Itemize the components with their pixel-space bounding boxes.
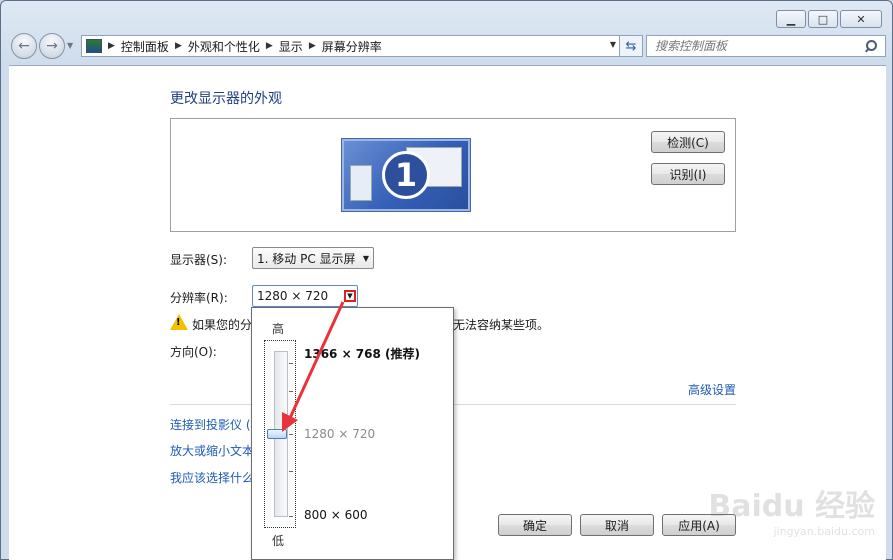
search-box[interactable] [646, 35, 886, 57]
back-arrow-icon: ← [18, 38, 30, 54]
control-panel-icon [86, 39, 102, 53]
navigation-bar: ← → ▼ ▶ 控制面板 ▶ 外观和个性化 ▶ 显示 ▶ 屏幕分辨率 ▼ ⇆ [9, 33, 886, 59]
resolution-option[interactable]: 1366 × 768 (推荐) [304, 345, 420, 362]
forward-arrow-icon: → [46, 38, 58, 54]
connect-projector-link[interactable]: 连接到投影仪 ( [170, 416, 251, 433]
resolution-slider[interactable] [264, 340, 296, 528]
resize-text-link[interactable]: 放大或缩小文本 [170, 442, 254, 459]
chevron-right-icon[interactable]: ▶ [175, 41, 182, 51]
resolution-select[interactable]: 1280 × 720 ▼ [252, 285, 358, 307]
chevron-right-icon[interactable]: ▶ [309, 41, 316, 51]
warning-text-start: 如果您的分 [192, 318, 253, 332]
cancel-button[interactable]: 取消 [580, 514, 654, 536]
resolution-select-value: 1280 × 720 [257, 289, 329, 303]
search-icon[interactable] [863, 38, 879, 54]
chevron-down-icon: ▼ [362, 254, 369, 263]
display-select[interactable]: 1. 移动 PC 显示屏 ▼ [252, 247, 374, 269]
resolution-option[interactable]: 800 × 600 [304, 508, 368, 522]
monitor-number: 1 [382, 151, 430, 199]
breadcrumb-appearance[interactable]: 外观和个性化 [188, 38, 260, 55]
recent-pages-dropdown-icon[interactable]: ▼ [67, 41, 73, 50]
close-icon: ✕ [856, 12, 866, 26]
display-settings-help-link[interactable]: 我应该选择什么 [170, 469, 254, 486]
slider-tick [289, 471, 293, 472]
slider-thumb[interactable] [267, 429, 287, 439]
monitor-1-tile[interactable]: 1 [342, 139, 470, 211]
baidu-watermark: Baidu 经验 jingyan.baidu.com [708, 481, 875, 538]
maximize-button[interactable]: □ [808, 10, 838, 28]
maximize-icon: □ [817, 12, 829, 26]
refresh-button[interactable]: ⇆ [619, 35, 643, 57]
warning-text-end: 无法容纳某些项。 [453, 318, 550, 332]
watermark-brand: Baidu 经验 [708, 489, 875, 524]
slider-high-label: 高 [272, 322, 285, 336]
ok-button[interactable]: 确定 [498, 514, 572, 536]
orientation-label: 方向(O): [170, 345, 217, 359]
caption-buttons: ▁ □ ✕ [776, 10, 882, 28]
address-bar[interactable]: ▶ 控制面板 ▶ 外观和个性化 ▶ 显示 ▶ 屏幕分辨率 ▼ [81, 35, 621, 57]
back-button[interactable]: ← [11, 33, 37, 59]
advanced-settings-link[interactable]: 高级设置 [688, 381, 736, 398]
breadcrumb-control-panel[interactable]: 控制面板 [121, 38, 169, 55]
refresh-icon: ⇆ [625, 38, 637, 54]
slider-tick [289, 391, 293, 392]
chevron-right-icon[interactable]: ▶ [108, 41, 115, 51]
minimize-button[interactable]: ▁ [776, 10, 806, 28]
search-input[interactable] [647, 37, 863, 55]
monitor-thumbnail-sidebar [350, 165, 372, 201]
slider-tick [289, 516, 293, 517]
breadcrumb-screen-resolution[interactable]: 屏幕分辨率 [322, 38, 382, 55]
watermark-url: jingyan.baidu.com [773, 525, 875, 538]
slider-tick [289, 363, 293, 364]
display-select-value: 1. 移动 PC 显示屏 [257, 251, 356, 266]
identify-button[interactable]: 识别(I) [651, 163, 725, 185]
resolution-dropdown-popup: 高 1366 × 768 (推荐) 1280 × 720 800 × 600 低 [251, 307, 454, 560]
page-title: 更改显示器的外观 [170, 91, 282, 107]
address-dropdown-icon[interactable]: ▼ [610, 40, 616, 49]
resolution-label: 分辨率(R): [170, 291, 228, 305]
slider-tick [289, 434, 293, 435]
minimize-icon: ▁ [786, 12, 796, 26]
display-label: 显示器(S): [170, 253, 228, 267]
detect-button[interactable]: 检测(C) [651, 131, 725, 153]
slider-low-label: 低 [272, 534, 285, 548]
forward-button[interactable]: → [39, 33, 65, 59]
breadcrumb-display[interactable]: 显示 [279, 38, 303, 55]
resolution-option[interactable]: 1280 × 720 [304, 427, 375, 441]
warning-icon: ! [170, 314, 188, 330]
close-button[interactable]: ✕ [840, 10, 882, 28]
chevron-right-icon[interactable]: ▶ [266, 41, 273, 51]
chevron-down-icon[interactable]: ▼ [344, 290, 356, 302]
